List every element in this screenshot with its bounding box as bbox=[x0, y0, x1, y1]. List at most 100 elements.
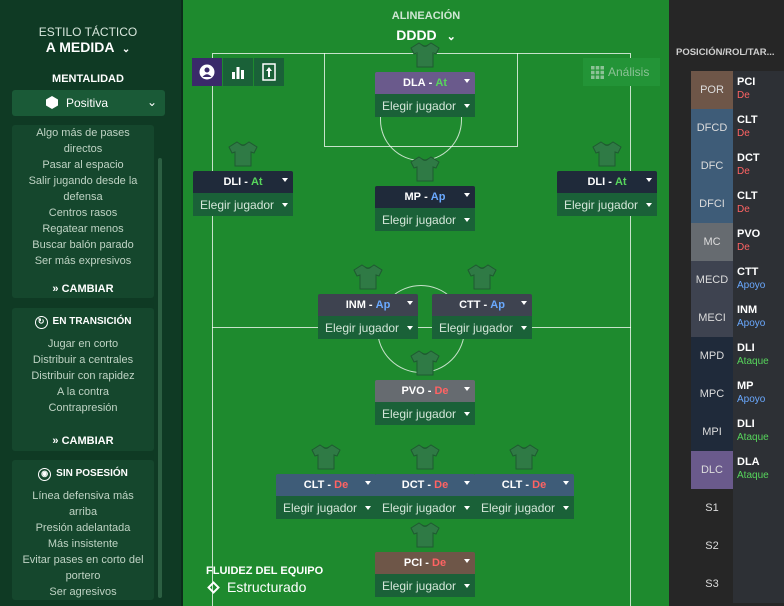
position-row[interactable]: MPD DLI Ataque bbox=[691, 337, 784, 375]
choose-player-dropdown[interactable]: Elegir jugador bbox=[375, 402, 475, 425]
formation-dropdown[interactable]: DDDD ⌄ bbox=[183, 27, 669, 43]
mentality-dropdown[interactable]: Positiva ⌄ bbox=[12, 90, 165, 116]
position-row[interactable]: S1 bbox=[691, 489, 784, 527]
role-selector[interactable]: PVO - De bbox=[375, 380, 475, 402]
instruction-item: Distribuir a centrales bbox=[32, 354, 134, 366]
position-row[interactable]: MECD CTT Apoyo bbox=[691, 261, 784, 299]
role-name: PVO bbox=[401, 385, 425, 397]
caret-down-icon bbox=[464, 559, 470, 563]
bar-chart-icon bbox=[232, 67, 244, 79]
duty-name: De bbox=[532, 479, 547, 491]
position-code: S1 bbox=[691, 489, 733, 527]
position-row[interactable]: POR PCI De bbox=[691, 71, 784, 109]
choose-player-label: Elegir jugador bbox=[382, 212, 457, 227]
separator: - bbox=[424, 385, 435, 397]
person-icon bbox=[199, 64, 215, 80]
position-row[interactable]: MC PVO De bbox=[691, 223, 784, 261]
role-selector[interactable]: DLI - At bbox=[557, 171, 657, 193]
role-name: CTT bbox=[459, 299, 481, 311]
player-slot: DLA - At Elegir jugador bbox=[375, 72, 475, 117]
duty-name: At bbox=[614, 176, 627, 188]
instruction-item: Presión adelantada bbox=[35, 522, 131, 534]
mentality-value: Positiva bbox=[66, 96, 109, 110]
change-in-possession-button[interactable]: » CAMBIAR bbox=[12, 283, 154, 295]
formation-icon bbox=[262, 63, 276, 81]
caret-down-icon bbox=[646, 203, 652, 207]
instruction-item: arriba bbox=[68, 506, 98, 518]
role-selector[interactable]: CTT - Ap bbox=[432, 294, 532, 316]
out-of-possession-instructions: Línea defensiva más arriba Presión adelant… bbox=[12, 488, 154, 600]
choose-player-dropdown[interactable]: Elegir jugador bbox=[276, 496, 376, 519]
position-code: DFC bbox=[691, 147, 733, 185]
role-name: DLA bbox=[403, 77, 426, 89]
role-selector[interactable]: MP - Ap bbox=[375, 186, 475, 208]
separator: - bbox=[422, 557, 433, 569]
position-code: MPI bbox=[691, 413, 733, 451]
choose-player-label: Elegir jugador bbox=[564, 197, 639, 212]
stats-view-button[interactable] bbox=[223, 58, 253, 86]
instruction-item: Salir jugando desde la bbox=[28, 175, 138, 187]
role-selector[interactable]: PCI - De bbox=[375, 552, 475, 574]
choose-player-label: Elegir jugador bbox=[283, 500, 358, 515]
choose-player-label: Elegir jugador bbox=[382, 406, 457, 421]
roles-view-button[interactable] bbox=[254, 58, 284, 86]
diamond-icon bbox=[207, 580, 220, 594]
choose-player-dropdown[interactable]: Elegir jugador bbox=[318, 316, 418, 339]
role-selector[interactable]: CLT - De bbox=[474, 474, 574, 496]
out-of-possession-header: ◉ SIN POSESIÓN bbox=[12, 460, 154, 488]
role-name: PCI bbox=[737, 76, 756, 88]
position-row[interactable]: DLC DLA Ataque bbox=[691, 451, 784, 489]
instruction-item: Jugar en corto bbox=[47, 338, 119, 350]
choose-player-dropdown[interactable]: Elegir jugador bbox=[557, 193, 657, 216]
caret-down-icon bbox=[407, 301, 413, 305]
out-of-possession-icon: ◉ bbox=[38, 467, 52, 481]
caret-down-icon bbox=[282, 178, 288, 182]
choose-player-dropdown[interactable]: Elegir jugador bbox=[375, 496, 475, 519]
choose-player-dropdown[interactable]: Elegir jugador bbox=[375, 574, 475, 597]
change-transition-button[interactable]: » CAMBIAR bbox=[12, 435, 154, 447]
role-name: CLT bbox=[501, 479, 523, 491]
choose-player-dropdown[interactable]: Elegir jugador bbox=[375, 208, 475, 231]
panel-scrollbar[interactable] bbox=[158, 158, 162, 598]
instruction-item: Contrapresión bbox=[48, 402, 118, 414]
position-row[interactable]: DFCD CLT De bbox=[691, 109, 784, 147]
role-selector[interactable]: DLA - At bbox=[375, 72, 475, 94]
position-row[interactable]: MPC MP Apoyo bbox=[691, 375, 784, 413]
role-selector[interactable]: INM - Ap bbox=[318, 294, 418, 316]
position-row[interactable]: S3 bbox=[691, 565, 784, 603]
tactical-style-value: A MEDIDA bbox=[45, 39, 114, 55]
position-row[interactable]: MECI INM Apoyo bbox=[691, 299, 784, 337]
analysis-button[interactable]: Análisis bbox=[583, 58, 660, 86]
role-selector[interactable]: DCT - De bbox=[375, 474, 475, 496]
tactical-style-dropdown[interactable]: A MEDIDA ⌄ bbox=[0, 39, 176, 55]
player-view-button[interactable] bbox=[192, 58, 222, 86]
choose-player-label: Elegir jugador bbox=[382, 500, 457, 515]
empty-role bbox=[733, 489, 784, 527]
choose-player-dropdown[interactable]: Elegir jugador bbox=[474, 496, 574, 519]
choose-player-dropdown[interactable]: Elegir jugador bbox=[375, 94, 475, 117]
in-possession-instructions: Algo más de pases directos Pasar al espaci… bbox=[12, 125, 154, 269]
duty-name: De bbox=[434, 385, 449, 397]
choose-player-dropdown[interactable]: Elegir jugador bbox=[193, 193, 293, 216]
player-shirt-icon bbox=[509, 444, 539, 470]
caret-down-icon bbox=[365, 481, 371, 485]
role-selector[interactable]: DLI - At bbox=[193, 171, 293, 193]
caret-down-icon bbox=[464, 481, 470, 485]
role-duty: DLI Ataque bbox=[733, 413, 784, 451]
caret-down-icon bbox=[464, 218, 470, 222]
position-row[interactable]: DFC DCT De bbox=[691, 147, 784, 185]
caret-down-icon bbox=[407, 326, 413, 330]
player-slot: DLI - At Elegir jugador bbox=[557, 171, 657, 216]
role-name: DCT bbox=[737, 152, 760, 164]
position-code: S3 bbox=[691, 565, 733, 603]
separator: - bbox=[425, 77, 436, 89]
position-row[interactable]: MPI DLI Ataque bbox=[691, 413, 784, 451]
role-name: DCT bbox=[401, 479, 425, 491]
role-name: CTT bbox=[737, 266, 759, 278]
separator: - bbox=[241, 176, 251, 188]
position-row[interactable]: S2 bbox=[691, 527, 784, 565]
role-selector[interactable]: CLT - De bbox=[276, 474, 376, 496]
position-row[interactable]: DFCI CLT De bbox=[691, 185, 784, 223]
choose-player-dropdown[interactable]: Elegir jugador bbox=[432, 316, 532, 339]
caret-down-icon bbox=[563, 481, 569, 485]
